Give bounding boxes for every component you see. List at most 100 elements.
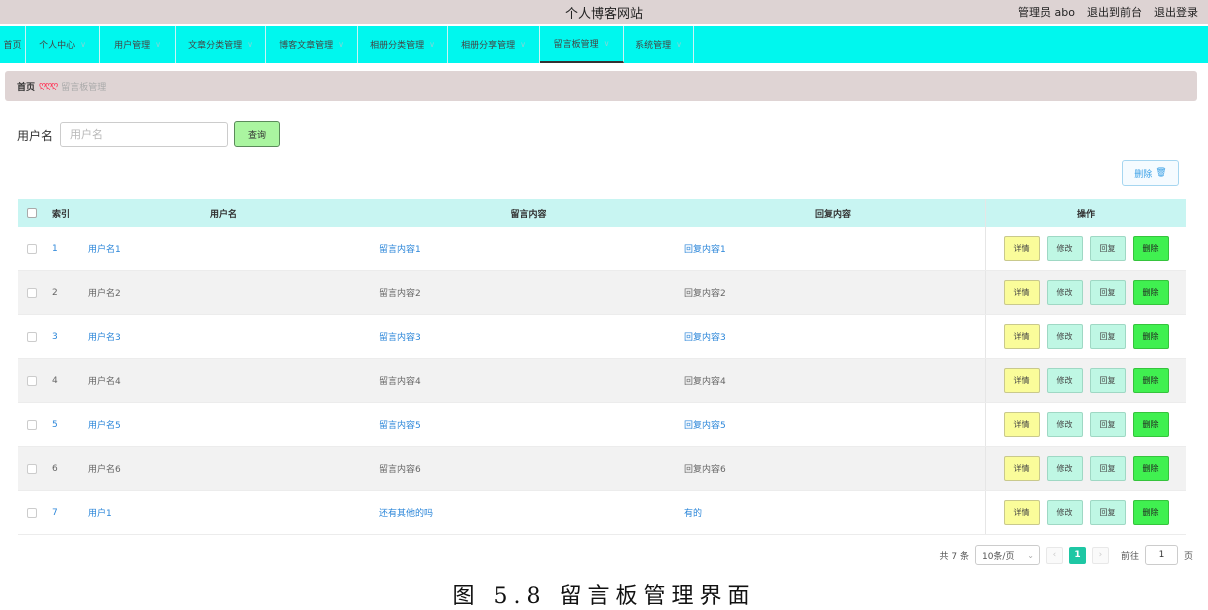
detail-button[interactable]: 详情 — [1003, 236, 1040, 261]
batch-delete-button[interactable]: 删除 🗑︎ — [1122, 160, 1179, 186]
nav-item-label: 相册分享管理 — [461, 41, 516, 51]
reply-button[interactable]: 回复 — [1089, 236, 1126, 261]
breadcrumb: 首页 ღღღ 留言板管理 — [5, 71, 1197, 101]
delete-button[interactable]: 删除 — [1132, 236, 1169, 261]
trash-icon: 🗑︎ — [1155, 168, 1167, 178]
nav-item[interactable]: 博客文章管理 ∨ — [266, 26, 358, 63]
row-index: 6 — [52, 463, 58, 474]
detail-button[interactable]: 详情 — [1003, 456, 1040, 481]
row-username: 用户名4 — [88, 377, 121, 387]
row-username: 用户名5 — [88, 421, 121, 431]
detail-button[interactable]: 详情 — [1003, 280, 1040, 305]
nav-item-label: 用户管理 — [114, 41, 151, 51]
row-message: 留言内容2 — [379, 289, 421, 299]
goto-page-input[interactable] — [1144, 545, 1178, 565]
row-message: 留言内容3 — [379, 333, 421, 343]
row-checkbox[interactable] — [27, 287, 37, 298]
row-checkbox-cell — [18, 359, 46, 402]
row-index: 7 — [52, 507, 58, 518]
delete-button[interactable]: 删除 — [1132, 324, 1169, 349]
username-search-input[interactable] — [60, 122, 228, 147]
delete-button[interactable]: 删除 — [1132, 500, 1169, 525]
row-reply: 有的 — [681, 491, 986, 534]
logout-link[interactable]: 退出登录 — [1154, 4, 1198, 20]
detail-button[interactable]: 详情 — [1003, 324, 1040, 349]
query-button[interactable]: 查询 — [234, 121, 280, 147]
prev-page-button[interactable]: ‹ — [1045, 546, 1063, 564]
reply-button[interactable]: 回复 — [1089, 368, 1126, 393]
row-actions: 详情 修改 回复 删除 — [986, 315, 1186, 358]
row-checkbox-cell — [18, 491, 46, 534]
edit-button[interactable]: 修改 — [1046, 280, 1083, 305]
edit-button[interactable]: 修改 — [1046, 456, 1083, 481]
nav-item[interactable]: 留言板管理 ∨ — [540, 26, 624, 63]
nav-item[interactable]: 系统管理 ∨ — [624, 26, 694, 63]
reply-button[interactable]: 回复 — [1089, 412, 1126, 437]
delete-button[interactable]: 删除 — [1132, 412, 1169, 437]
row-actions: 详情 修改 回复 删除 — [986, 447, 1186, 490]
row-index: 5 — [52, 419, 58, 430]
delete-button[interactable]: 删除 — [1132, 456, 1169, 481]
reply-button[interactable]: 回复 — [1089, 500, 1126, 525]
row-actions: 详情 修改 回复 删除 — [986, 271, 1186, 314]
detail-button[interactable]: 详情 — [1003, 412, 1040, 437]
row-checkbox[interactable] — [27, 463, 37, 474]
row-checkbox-cell — [18, 403, 46, 446]
row-username: 用户名2 — [88, 289, 121, 299]
edit-button[interactable]: 修改 — [1046, 236, 1083, 261]
edit-button[interactable]: 修改 — [1046, 500, 1083, 525]
row-reply: 回复内容4 — [681, 359, 986, 402]
nav-item[interactable]: 相册分类管理 ∨ — [358, 26, 448, 63]
table-row: 4 用户名4 留言内容4 回复内容4 详情 修改 回复 删除 — [18, 359, 1186, 403]
row-index: 3 — [52, 331, 58, 342]
row-index: 1 — [52, 243, 58, 254]
row-checkbox[interactable] — [27, 419, 37, 430]
page-size-select[interactable]: 10条/页 ⌄ — [974, 545, 1040, 565]
header-index: 索引 — [52, 209, 71, 220]
row-checkbox-cell — [18, 271, 46, 314]
reply-button[interactable]: 回复 — [1089, 324, 1126, 349]
total-count: 共 7 条 — [939, 551, 969, 562]
row-checkbox[interactable] — [27, 331, 37, 342]
row-message: 还有其他的吗 — [379, 509, 434, 519]
nav-item[interactable]: 相册分享管理 ∨ — [448, 26, 540, 63]
row-reply: 回复内容1 — [681, 227, 986, 270]
row-checkbox[interactable] — [27, 243, 37, 254]
nav-item[interactable]: 用户管理 ∨ — [100, 26, 176, 63]
breadcrumb-home[interactable]: 首页 — [17, 80, 35, 93]
chevron-down-icon: ∨ — [80, 40, 86, 49]
table-row: 5 用户名5 留言内容5 回复内容5 详情 修改 回复 删除 — [18, 403, 1186, 447]
header-message: 留言内容 — [510, 209, 547, 220]
reply-button[interactable]: 回复 — [1089, 280, 1126, 305]
row-message: 留言内容5 — [379, 421, 421, 431]
row-index: 4 — [52, 375, 58, 386]
row-checkbox[interactable] — [27, 507, 37, 518]
select-all-checkbox[interactable] — [27, 208, 37, 218]
nav-item-label: 首页 — [3, 41, 22, 51]
chevron-down-icon: ∨ — [429, 40, 435, 49]
row-checkbox-cell — [18, 315, 46, 358]
detail-button[interactable]: 详情 — [1003, 500, 1040, 525]
delete-button[interactable]: 删除 — [1132, 280, 1169, 305]
reply-button[interactable]: 回复 — [1089, 456, 1126, 481]
table-body: 1 用户名1 留言内容1 回复内容1 详情 修改 回复 删除 2 用户名2 留言内容2 回复内容2 详情… — [18, 227, 1186, 535]
edit-button[interactable]: 修改 — [1046, 368, 1083, 393]
page-size-value: 10条/页 — [981, 551, 1015, 562]
nav-item-label: 系统管理 — [635, 41, 672, 51]
nav-item[interactable]: 首页 — [0, 26, 26, 63]
nav-item[interactable]: 个人中心 ∨ — [26, 26, 100, 63]
delete-button[interactable]: 删除 — [1132, 368, 1169, 393]
row-checkbox[interactable] — [27, 375, 37, 386]
table-row: 3 用户名3 留言内容3 回复内容3 详情 修改 回复 删除 — [18, 315, 1186, 359]
edit-button[interactable]: 修改 — [1046, 324, 1083, 349]
row-reply: 回复内容6 — [681, 447, 986, 490]
nav-item[interactable]: 文章分类管理 ∨ — [176, 26, 266, 63]
page-number-button[interactable]: 1 — [1068, 546, 1086, 564]
to-front-link[interactable]: 退出到前台 — [1087, 4, 1142, 20]
chevron-down-icon: ∨ — [520, 40, 526, 49]
row-username: 用户名6 — [88, 465, 121, 475]
detail-button[interactable]: 详情 — [1003, 368, 1040, 393]
chevron-down-icon: ∨ — [247, 40, 253, 49]
edit-button[interactable]: 修改 — [1046, 412, 1083, 437]
next-page-button[interactable]: › — [1091, 546, 1109, 564]
